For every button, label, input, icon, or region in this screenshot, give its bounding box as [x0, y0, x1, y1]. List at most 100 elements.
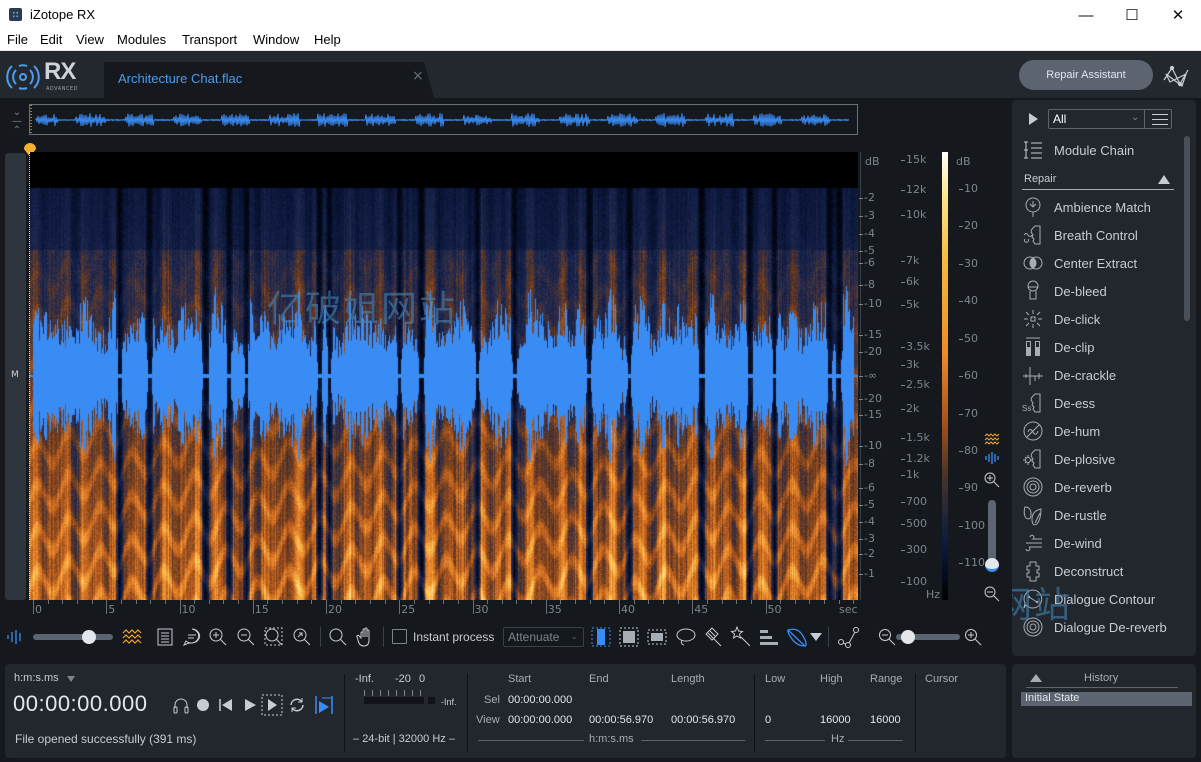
zoom-to-fit-icon[interactable] [292, 626, 312, 648]
time-frequency-selection-tool-icon[interactable] [647, 626, 667, 648]
instant-process-mode-select[interactable]: Attenuate ⌄ [503, 627, 584, 647]
freq-low-field[interactable]: 0 [765, 714, 771, 726]
file-tab[interactable]: Architecture Chat.flac × [104, 62, 434, 98]
zoom-in-horizontal-icon[interactable] [964, 626, 982, 648]
repair-assistant-button[interactable]: Repair Assistant [1019, 60, 1153, 90]
view-end-field[interactable]: 00:00:56.970 [589, 714, 653, 726]
time-axis-label: 45 [694, 603, 709, 616]
module-item-de-rustle[interactable]: De-rustle [1022, 502, 1182, 528]
module-item-de-plosive[interactable]: De-plosive [1022, 446, 1182, 472]
waveform-overview[interactable] [29, 104, 858, 135]
sel-start-field[interactable]: 00:00:00.000 [508, 694, 572, 706]
time-axis-label: 35 [547, 603, 562, 616]
module-preview-play-icon[interactable] [1029, 113, 1038, 125]
time-selection-tool-icon[interactable] [591, 626, 611, 648]
module-item-breath-control[interactable]: Breath Control [1022, 222, 1182, 248]
headphones-icon[interactable] [172, 696, 190, 714]
module-item-de-reverb[interactable]: De-reverb [1022, 474, 1182, 500]
freq-high-field[interactable]: 16000 [820, 714, 851, 726]
zoom-out-vertical-icon[interactable] [984, 586, 1000, 602]
colorbar-gradient [942, 152, 948, 600]
menu-file[interactable]: File [7, 32, 28, 47]
module-item-deconstruct[interactable]: Deconstruct [1022, 558, 1182, 584]
feather-selection-icon[interactable] [785, 626, 807, 648]
editor-toolbar: Instant process Attenuate ⌄ [0, 620, 1010, 654]
time-format-dropdown-icon[interactable] [67, 676, 75, 682]
menu-transport[interactable]: Transport [182, 32, 237, 47]
feather-dropdown-icon[interactable] [810, 626, 822, 648]
module-item-de-bleed[interactable]: De-bleed [1022, 278, 1182, 304]
module-list-scrollbar[interactable] [1184, 136, 1190, 321]
file-info-icon[interactable] [155, 626, 175, 648]
maximize-button[interactable]: ☐ [1109, 0, 1155, 30]
close-button[interactable]: ✕ [1155, 0, 1201, 30]
spectrogram-view-icon[interactable] [984, 432, 1000, 446]
horizontal-zoom-knob[interactable] [900, 630, 915, 644]
module-item-de-wind[interactable]: De-wind [1022, 530, 1182, 556]
spectrogram-display-icon[interactable] [122, 626, 142, 648]
follow-playback-button[interactable] [314, 694, 334, 716]
menu-help[interactable]: Help [314, 32, 341, 47]
module-filter-select[interactable]: All ⌄ [1048, 109, 1172, 129]
module-item-center-extract[interactable]: Center Extract [1022, 250, 1182, 276]
zoom-to-selection-icon[interactable] [264, 626, 284, 648]
markers-regions-icon[interactable] [182, 626, 202, 648]
module-item-dialogue-de-reverb[interactable]: Dialogue De-reverb [1022, 614, 1182, 640]
magnify-tool-icon[interactable] [328, 626, 348, 648]
module-chain-button[interactable]: Module Chain [1022, 137, 1182, 163]
overview-collapse-button[interactable]: ⌄ — ⌃ [9, 108, 25, 136]
view-start-field[interactable]: 00:00:00.000 [508, 714, 572, 726]
module-item-de-clip[interactable]: De-clip [1022, 334, 1182, 360]
file-tab-name[interactable]: Architecture Chat.flac [118, 71, 242, 86]
frequency-selection-tool-icon[interactable] [619, 626, 639, 648]
module-item-de-click[interactable]: De-click [1022, 306, 1182, 332]
menu-edit[interactable]: Edit [40, 32, 62, 47]
module-item-de-crackle[interactable]: De-crackle [1022, 362, 1182, 388]
module-item-dialogue-contour[interactable]: Dialogue Contour [1022, 586, 1182, 612]
channel-strip[interactable]: M [5, 153, 26, 600]
hand-tool-icon[interactable] [356, 626, 376, 648]
center-extract-icon [1023, 256, 1043, 270]
zoom-out-icon[interactable] [236, 626, 256, 648]
module-item-ambience-match[interactable]: Ambience Match [1022, 194, 1182, 220]
go-to-start-button[interactable] [218, 698, 234, 712]
zoom-in-vertical-icon[interactable] [984, 472, 1000, 488]
loop-button[interactable] [288, 696, 306, 714]
view-length-field[interactable]: 00:00:56.970 [671, 714, 735, 726]
zoom-out-horizontal-icon[interactable] [878, 626, 896, 648]
file-tab-close-icon[interactable]: × [412, 68, 424, 84]
instant-process-checkbox[interactable] [392, 629, 407, 644]
minimize-button[interactable]: — [1063, 0, 1109, 30]
freq-range-field[interactable]: 16000 [870, 714, 901, 726]
blend-slider-knob[interactable] [82, 630, 97, 644]
menu-window[interactable]: Window [253, 32, 299, 47]
module-list-menu-icon[interactable] [1147, 110, 1173, 128]
menu-view[interactable]: View [76, 32, 104, 47]
spectrogram-canvas[interactable] [29, 152, 858, 600]
vertical-zoom-knob[interactable] [985, 558, 999, 572]
spectrogram-view[interactable]: 亿破姐网站 [29, 152, 858, 600]
horizontal-zoom-slider[interactable] [896, 626, 960, 648]
volume-envelope-icon[interactable] [837, 626, 859, 648]
record-button[interactable] [197, 699, 209, 711]
waveform-spectrogram-blend-slider[interactable] [33, 626, 113, 648]
module-item-de-hum[interactable]: De-hum [1022, 418, 1182, 444]
lasso-tool-icon[interactable] [675, 626, 697, 648]
waveform-view-icon[interactable] [984, 452, 1000, 464]
time-format-select[interactable]: h:m:s.ms [14, 672, 59, 684]
menu-modules[interactable]: Modules [117, 32, 166, 47]
vertical-zoom-slider[interactable] [985, 500, 999, 572]
butterfly-icon[interactable] [1160, 60, 1192, 92]
zoom-in-icon[interactable] [208, 626, 228, 648]
history-item[interactable]: Initial State [1021, 692, 1192, 706]
module-item-de-ess[interactable]: Ss De-ess [1022, 390, 1182, 416]
play-selection-button[interactable] [261, 694, 283, 716]
magic-wand-tool-icon[interactable] [730, 626, 752, 648]
history-collapse-icon[interactable] [1030, 674, 1042, 682]
waveform-display-icon[interactable] [6, 626, 24, 648]
db-scale-label: -4 [864, 515, 875, 528]
play-button[interactable] [243, 698, 257, 712]
repair-section-header[interactable]: Repair [1022, 172, 1174, 190]
brush-tool-icon[interactable] [703, 626, 725, 648]
harmonic-selection-tool-icon[interactable] [758, 626, 780, 648]
